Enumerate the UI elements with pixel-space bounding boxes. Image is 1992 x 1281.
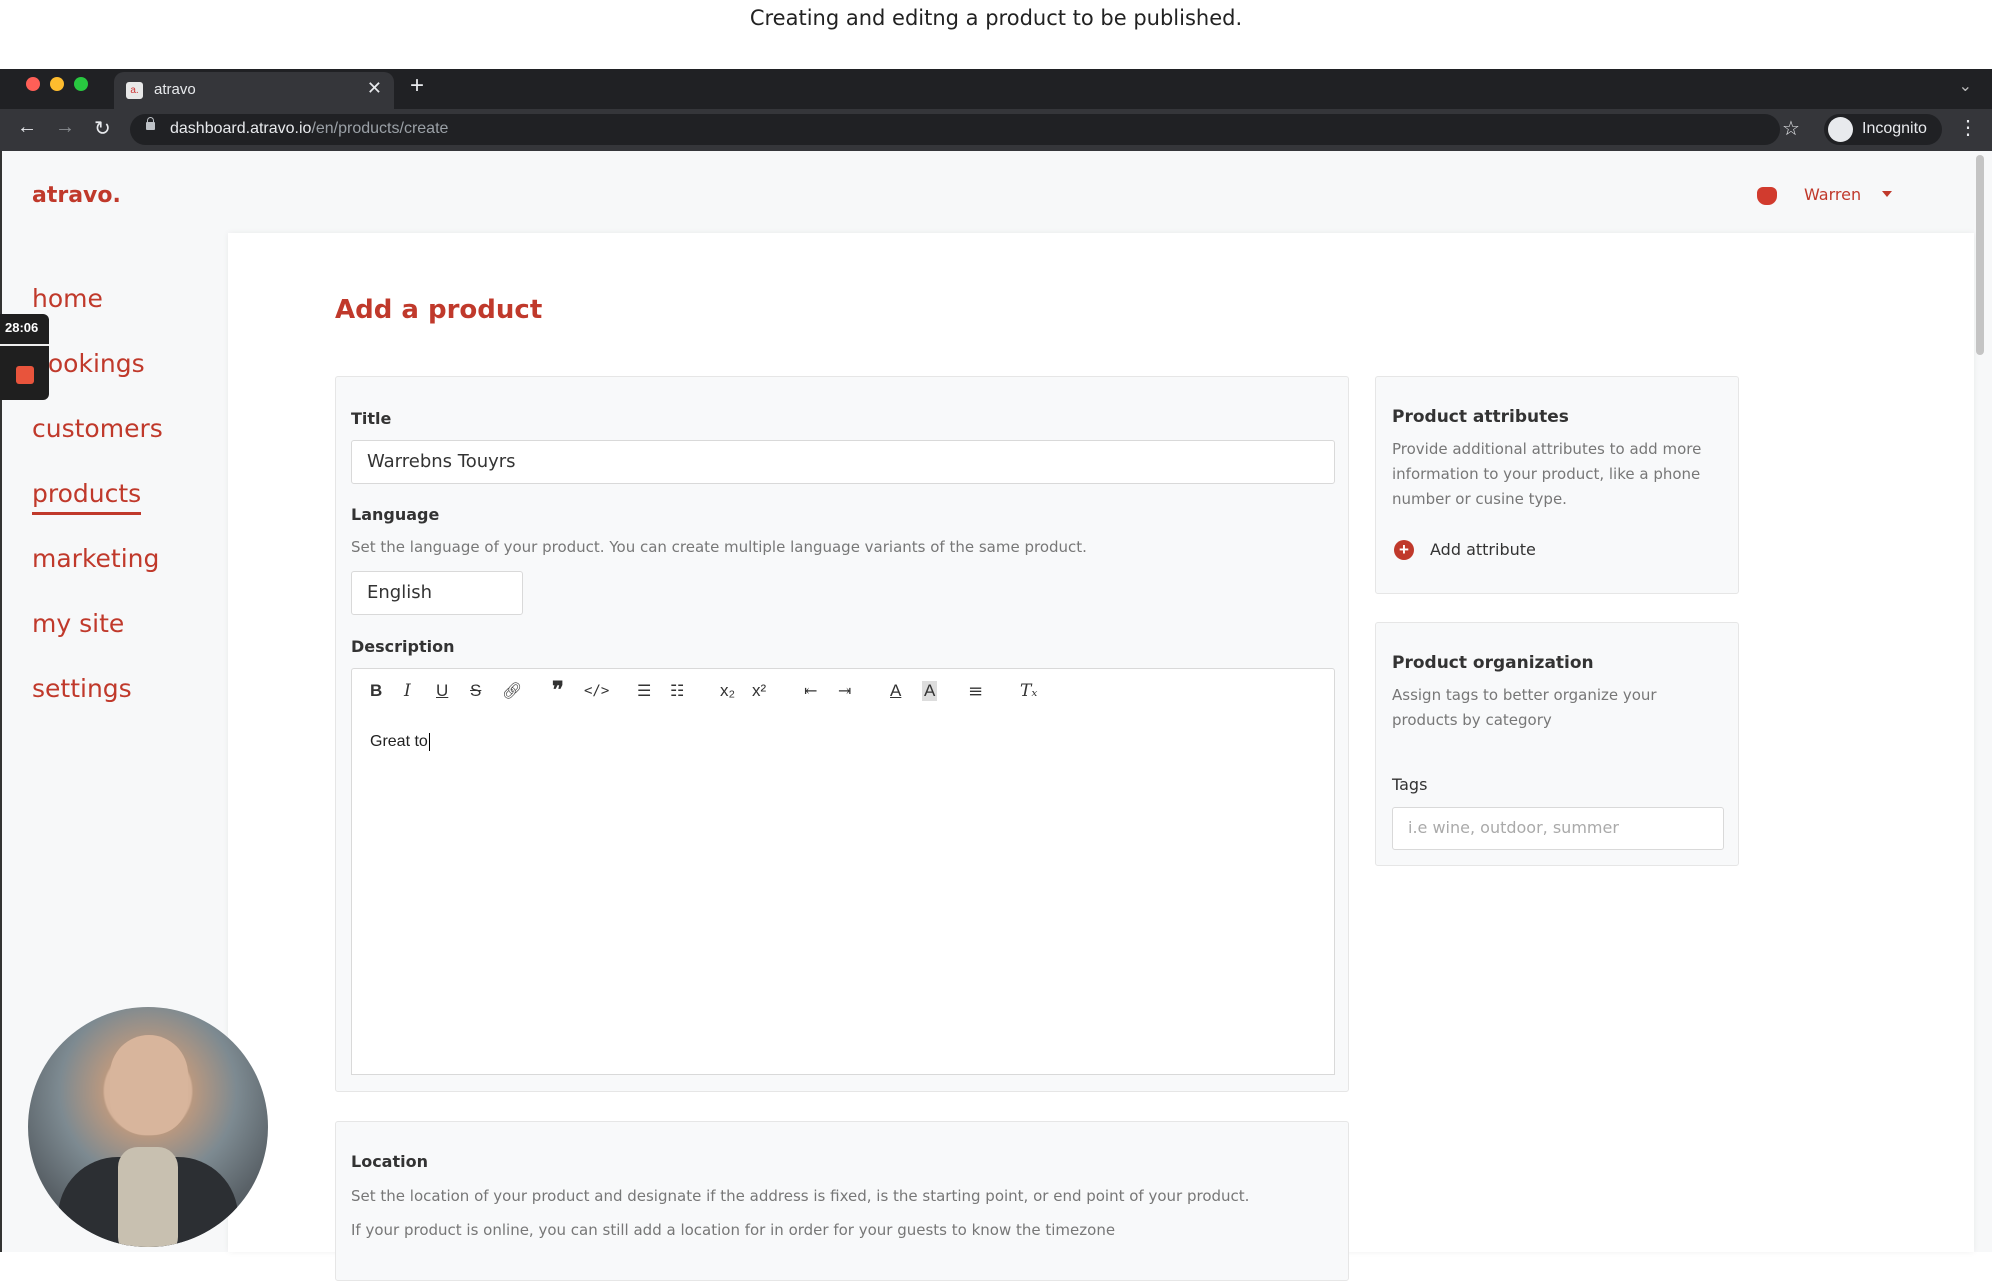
sidebar-item-my-site[interactable]: my site xyxy=(32,606,163,671)
atravo-logo[interactable]: atravo. xyxy=(32,183,121,208)
sidebar-item-bookings[interactable]: bookings xyxy=(32,346,163,411)
site-favicon-icon: a. xyxy=(126,82,143,99)
close-tab-icon[interactable]: ✕ xyxy=(367,78,382,99)
tab-search-chevron-icon[interactable]: ⌄ xyxy=(1959,76,1972,96)
text-caret xyxy=(428,733,430,751)
video-caption: Creating and editng a product to be publ… xyxy=(0,0,1992,69)
page-title: Add a product xyxy=(335,295,543,325)
location-online-help-text: If your product is online, you can still… xyxy=(351,1221,1116,1239)
language-help-text: Set the language of your product. You ca… xyxy=(351,538,1087,556)
browser-menu-icon[interactable]: ⋮ xyxy=(1958,115,1978,140)
product-attributes-heading: Product attributes xyxy=(1392,407,1569,427)
ordered-list-icon[interactable]: ☰ xyxy=(637,681,651,700)
sidebar-item-customers[interactable]: customers xyxy=(32,411,163,476)
address-bar[interactable]: dashboard.atravo.io/en/products/create xyxy=(130,114,1780,145)
tab-title: atravo xyxy=(154,81,196,98)
description-label: Description xyxy=(351,637,455,656)
bold-icon[interactable]: B xyxy=(370,681,382,701)
sidebar-nav: home bookings customers products marketi… xyxy=(32,281,163,736)
webcam-person-scarf xyxy=(118,1147,178,1247)
clear-format-icon[interactable]: Tₓ xyxy=(1020,681,1037,701)
url-text: dashboard.atravo.io/en/products/create xyxy=(170,120,449,137)
product-attributes-help: Provide additional attributes to add mor… xyxy=(1392,440,1702,508)
underline-icon[interactable]: U xyxy=(436,681,448,701)
user-menu-caret-icon[interactable] xyxy=(1882,191,1892,197)
description-text[interactable]: Great to xyxy=(370,733,430,751)
recording-divider xyxy=(0,344,49,346)
user-avatar-icon[interactable] xyxy=(1757,187,1777,205)
sidebar-item-home[interactable]: home xyxy=(32,281,163,346)
product-organization-card: Product organization Assign tags to bett… xyxy=(1375,622,1739,866)
close-window-button[interactable] xyxy=(26,77,40,91)
code-block-icon[interactable]: </> xyxy=(584,683,609,699)
back-arrow-icon[interactable]: ← xyxy=(17,116,37,139)
title-label: Title xyxy=(351,409,392,428)
indent-icon[interactable]: ⇥ xyxy=(838,681,851,700)
minimize-window-button[interactable] xyxy=(50,77,64,91)
link-icon[interactable]: 🔗︎ xyxy=(502,681,522,700)
webcam-person-head xyxy=(110,1035,188,1135)
text-color-icon[interactable]: A xyxy=(890,681,901,701)
background-color-icon[interactable]: A xyxy=(922,681,938,701)
app-page: atravo. Warren home bookings customers p… xyxy=(0,151,1992,1281)
rich-text-toolbar: B I U S 🔗︎ ❞ </> ☰ ☷ x₂ x² ⇤ ⇥ A A ≡ Tₓ xyxy=(351,668,1335,720)
sidebar-item-marketing[interactable]: marketing xyxy=(32,541,163,606)
incognito-icon xyxy=(1828,117,1853,142)
language-select[interactable]: English xyxy=(351,571,523,615)
location-help-text: Set the location of your product and des… xyxy=(351,1187,1250,1205)
lock-icon xyxy=(146,117,155,130)
bullet-list-icon[interactable]: ☷ xyxy=(670,681,684,700)
subscript-icon[interactable]: x₂ xyxy=(720,681,735,701)
recording-elapsed-time: 28:06 xyxy=(5,320,39,335)
product-organization-help: Assign tags to better organize your prod… xyxy=(1392,686,1657,729)
incognito-profile-button[interactable]: Incognito xyxy=(1824,114,1942,145)
recording-timer-widget: 28:06 xyxy=(0,314,49,400)
bookmark-star-icon[interactable]: ☆ xyxy=(1782,116,1800,141)
sidebar-item-products[interactable]: products xyxy=(32,476,163,541)
location-card: Location Set the location of your produc… xyxy=(335,1121,1349,1281)
reload-icon[interactable]: ↻ xyxy=(94,116,111,141)
webcam-bubble[interactable] xyxy=(28,1007,268,1247)
italic-icon[interactable]: I xyxy=(404,681,411,701)
product-attributes-card: Product attributes Provide additional at… xyxy=(1375,376,1739,594)
location-label: Location xyxy=(351,1152,428,1171)
main-content: Add a product Title Warrebns Touyrs Lang… xyxy=(228,233,1974,1281)
product-details-card: Title Warrebns Touyrs Language Set the l… xyxy=(335,376,1349,1092)
title-input[interactable]: Warrebns Touyrs xyxy=(351,440,1335,484)
blockquote-icon[interactable]: ❞ xyxy=(552,677,564,703)
sidebar-item-settings[interactable]: settings xyxy=(32,671,163,736)
description-editor[interactable]: Great to xyxy=(351,719,1335,1075)
tags-label: Tags xyxy=(1392,775,1428,794)
align-icon[interactable]: ≡ xyxy=(968,681,983,702)
stop-recording-icon[interactable] xyxy=(16,366,34,384)
forward-arrow-icon[interactable]: → xyxy=(55,116,75,139)
browser-tab[interactable]: a. atravo ✕ xyxy=(114,72,394,109)
user-menu-name[interactable]: Warren xyxy=(1804,185,1861,204)
language-label: Language xyxy=(351,505,440,524)
superscript-icon[interactable]: x² xyxy=(752,681,766,701)
page-scrollbar[interactable] xyxy=(1976,155,1984,355)
tags-input[interactable]: i.e wine, outdoor, summer xyxy=(1392,807,1724,850)
outdent-icon[interactable]: ⇤ xyxy=(804,681,817,700)
add-plus-icon: + xyxy=(1394,540,1414,560)
maximize-window-button[interactable] xyxy=(74,77,88,91)
product-organization-heading: Product organization xyxy=(1392,653,1594,673)
new-tab-icon[interactable]: + xyxy=(410,72,424,100)
strikethrough-icon[interactable]: S xyxy=(470,681,481,701)
